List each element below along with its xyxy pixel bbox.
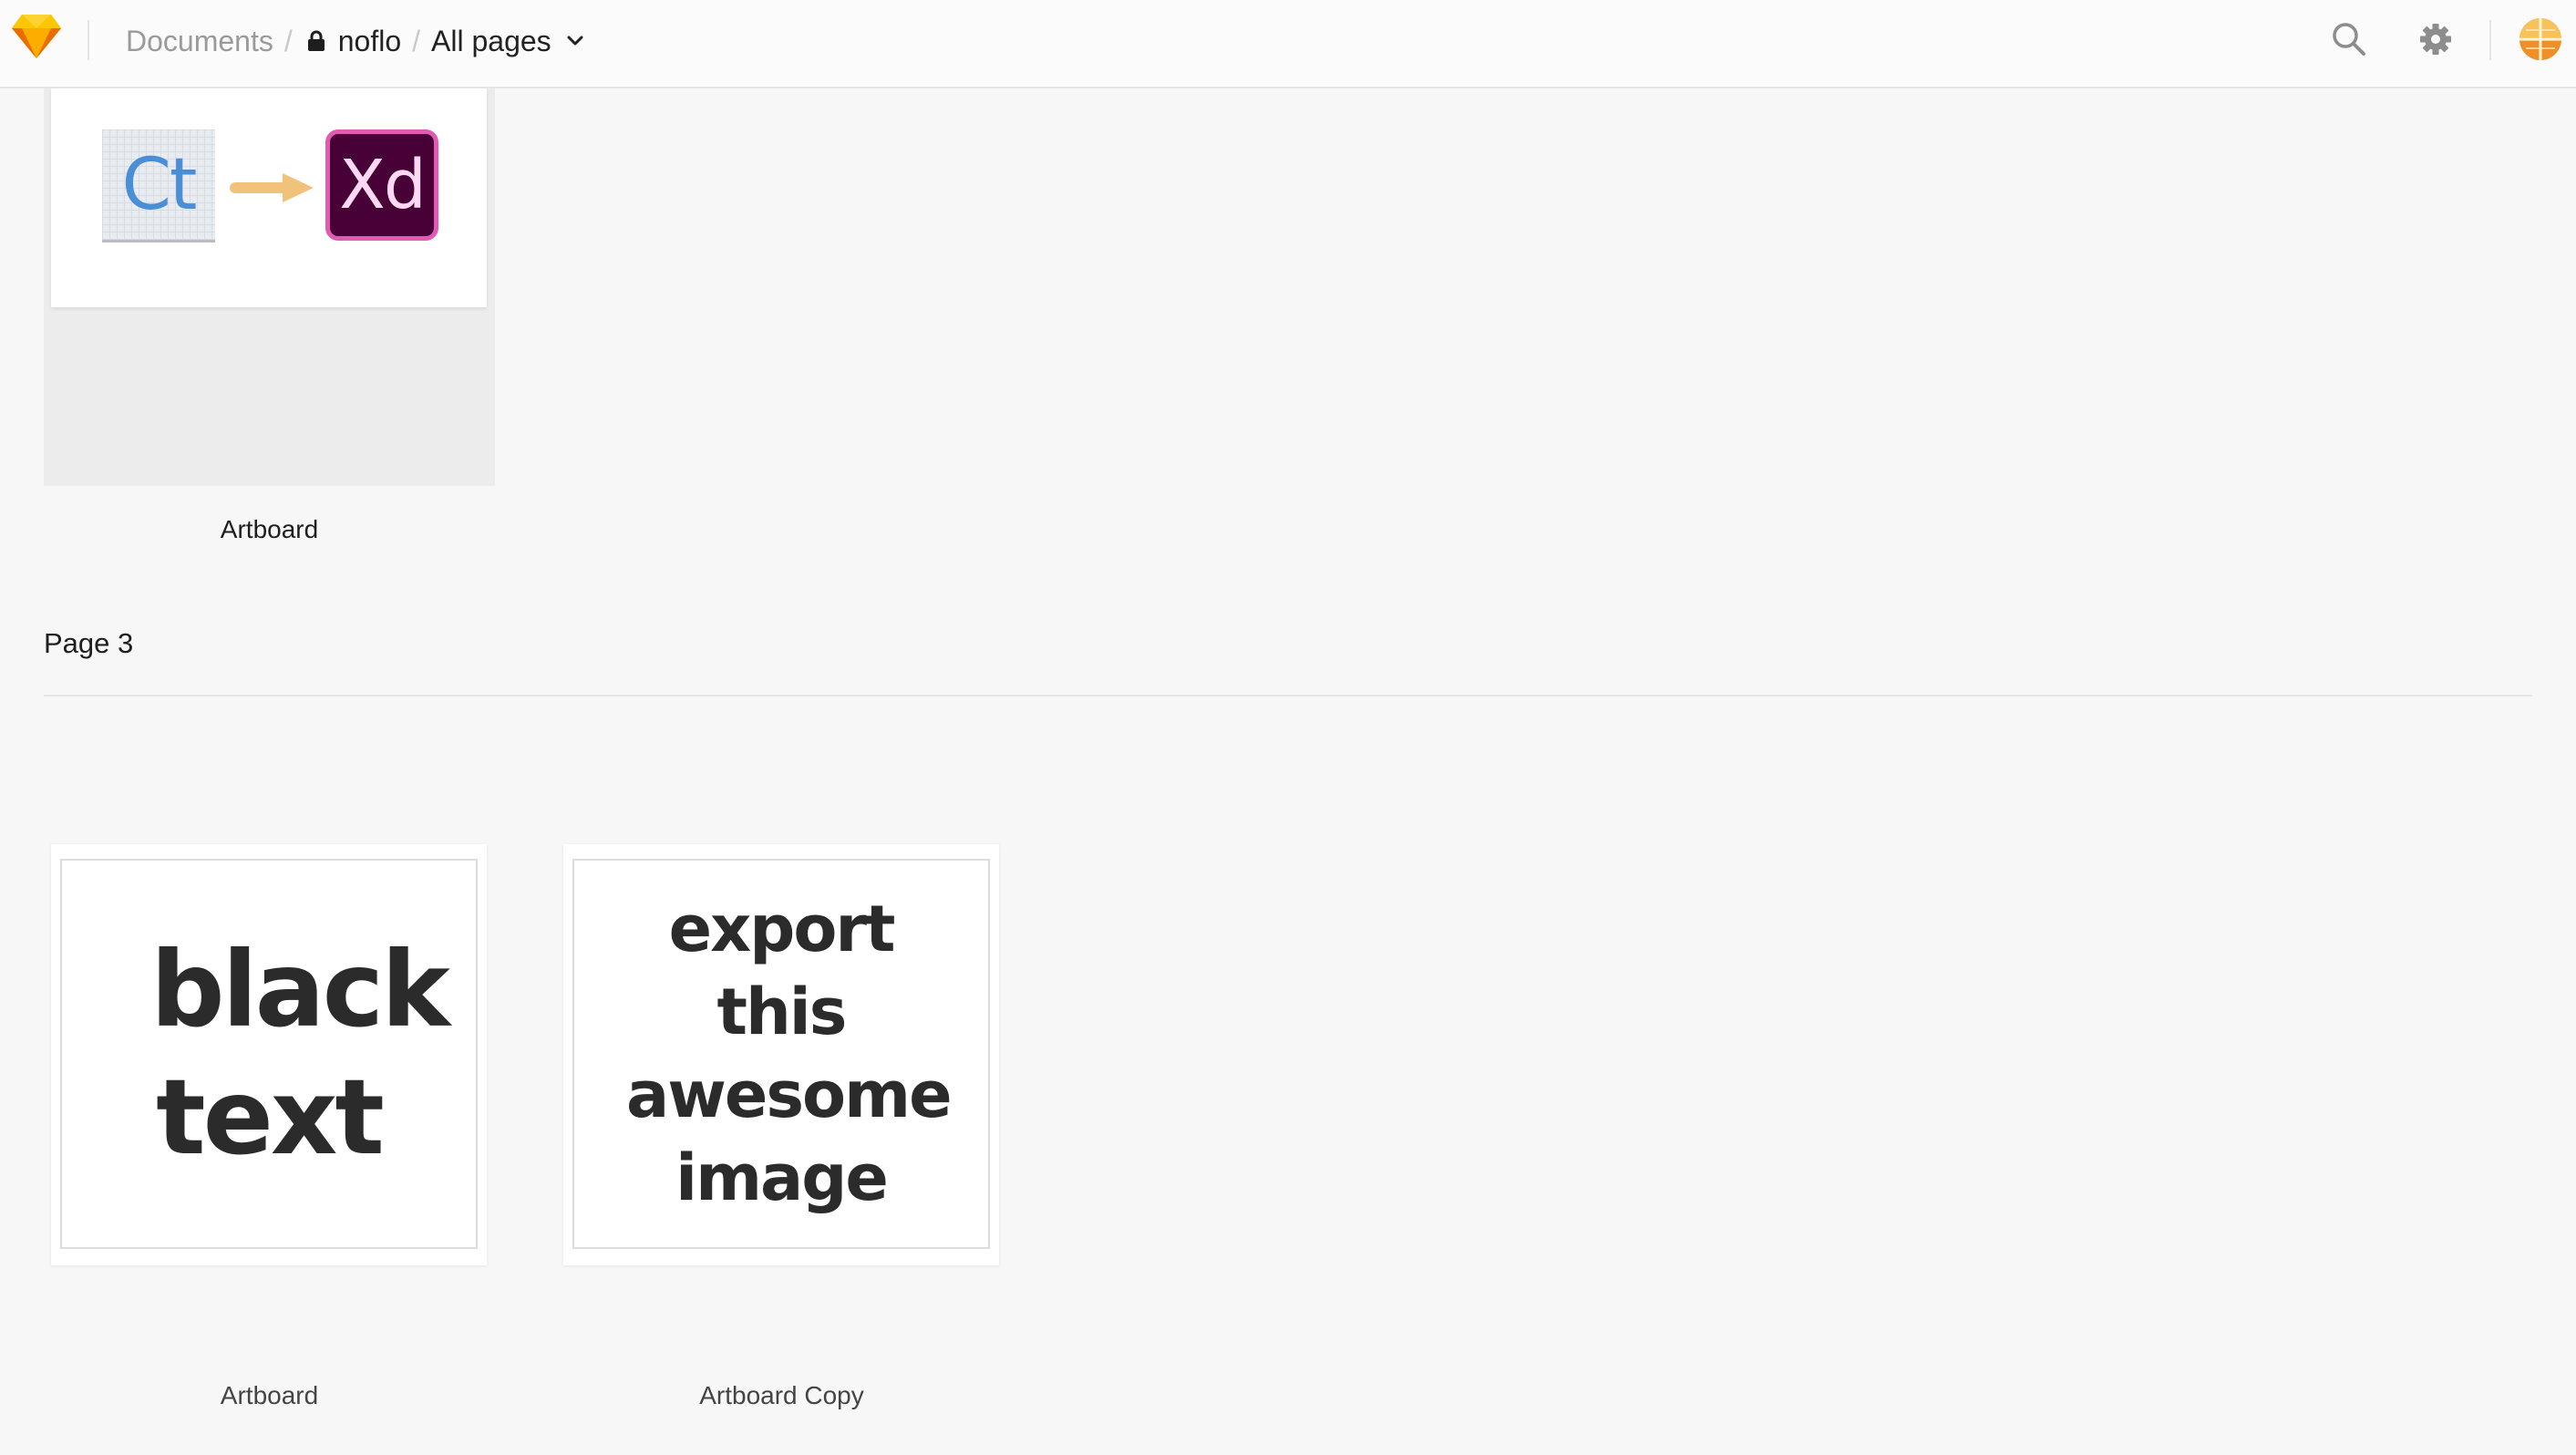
avatar[interactable]	[2519, 17, 2562, 61]
breadcrumb-documents-link[interactable]: Documents	[126, 25, 273, 58]
page-title: Page 3	[44, 627, 134, 659]
pages-selector[interactable]: All pages	[431, 25, 551, 58]
divider	[2489, 20, 2491, 60]
ct-logo: Ct	[102, 129, 215, 242]
artboard-caption[interactable]: Artboard	[44, 1381, 495, 1410]
sketch-diamond-icon[interactable]	[11, 13, 62, 60]
artboard-caption[interactable]: Artboard Copy	[556, 1381, 1007, 1410]
breadcrumb: Documents / noflo / All pages	[126, 0, 584, 82]
breadcrumb-separator: /	[412, 24, 421, 57]
search-icon[interactable]	[2330, 20, 2368, 58]
artboard-preview-text: black text	[150, 929, 450, 1178]
artboard-caption[interactable]: Artboard	[44, 515, 495, 544]
top-bar: Documents / noflo / All pages	[0, 0, 2576, 88]
breadcrumb-separator: /	[283, 24, 293, 57]
lock-icon	[307, 30, 325, 51]
artboard-thumbnail[interactable]: export this awesome image	[563, 844, 999, 1265]
breadcrumb-project-link[interactable]: noflo	[338, 25, 401, 58]
artboard-thumbnail[interactable]: black text	[51, 844, 487, 1265]
artboard-frame: black text	[60, 859, 478, 1249]
gear-icon[interactable]	[2416, 20, 2455, 58]
xd-logo: Xd	[325, 129, 438, 241]
artboard-frame: export this awesome image	[572, 859, 990, 1249]
divider	[88, 20, 89, 60]
chevron-down-icon[interactable]	[566, 35, 584, 47]
artboard-preview-text: export this awesome image	[626, 892, 953, 1215]
divider	[44, 695, 2532, 697]
arrow-right-icon	[230, 173, 314, 202]
artboard-thumbnail-background	[44, 307, 495, 486]
